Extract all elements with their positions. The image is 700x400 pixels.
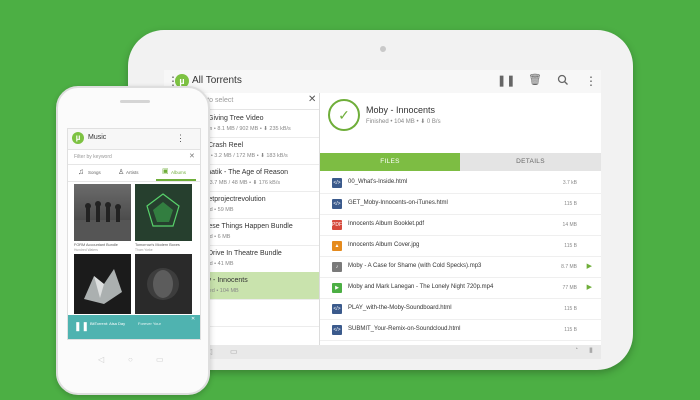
pdf-file-icon: PDF [332,220,342,230]
detail-tabs: FILES DETAILS [320,153,601,171]
file-name: Moby - A Case for Shame (with Cold Speck… [348,263,482,269]
file-row[interactable]: ▲ Innocents Album Cover.jpg 115 B [320,236,601,257]
album-title: FORM Accountant Bundle [74,243,118,247]
detail-title: Moby - Innocents [366,105,436,115]
tab-details[interactable]: DETAILS [460,153,601,171]
trash-icon[interactable]: 🗑 [528,73,542,86]
finished-check-icon: ✓ [328,99,360,131]
clear-icon[interactable]: ✕ [189,152,195,160]
file-name: GET_Moby-Innocents-on-iTunes.html [348,200,448,206]
player-track: BitTorrent: Alsa Day [90,321,126,326]
audio-file-icon: ♪ [332,262,342,272]
play-icon[interactable]: ▶ [587,283,592,291]
file-row[interactable]: ♪ Moby - A Case for Shame (with Cold Spec… [320,257,601,278]
html-file-icon: </> [332,199,342,209]
tab-artists[interactable]: Artists [126,170,139,175]
more-icon[interactable]: ⋮ [585,75,597,87]
album-cover[interactable] [135,254,192,314]
img-file-icon: ▲ [332,241,342,251]
filter-placeholder: Filter by keyword [74,154,112,160]
file-name: 00_What's-Inside.html [348,179,408,185]
phone-device: µ Music ⋮ Filter by keyword ✕ ♫ Songs ♙ … [56,86,210,395]
toolbar: ⋮ µ All Torrents ❚❚ 🗑 ⋮ [164,70,601,94]
pause-icon[interactable]: ❚❚ [497,74,515,87]
file-row[interactable]: </> 00_What's-Inside.html 3.7 kB [320,173,601,194]
file-name: PLAY_with-the-Moby-Soundboard.html [348,305,452,311]
file-size: 3.7 kB [562,180,577,186]
album-artist: Hundred Waters [74,248,98,252]
torrent-detail: ✓ Moby - Innocents Finished • 104 MB • ⬇… [320,93,601,345]
detail-header: ✓ Moby - Innocents Finished • 104 MB • ⬇… [320,93,601,145]
file-size: 8.7 MB [561,264,577,270]
file-name: Moby and Mark Lanegan - The Lonely Night… [348,284,494,290]
camera [380,46,386,52]
pause-icon[interactable]: ❚❚ [74,321,89,332]
wifi-icon: ◔ [574,346,579,353]
utorrent-logo-icon: µ [72,132,84,144]
artist-icon: ♙ [118,169,125,176]
phone-toolbar: µ Music ⋮ [68,129,200,150]
tab-files[interactable]: FILES [320,153,460,171]
battery-icon: ▮ [589,347,593,354]
file-size: 115 B [564,201,577,207]
file-row[interactable]: </> SUBMIT_Your-Remix-on-Soundcloud.html 1… [320,320,601,341]
speaker [120,100,150,103]
file-size: 115 B [564,327,577,333]
file-row[interactable]: </> GET_Moby-Innocents-on-iTunes.html 115 … [320,194,601,215]
file-row[interactable]: ▶ Moby and Mark Lanegan - The Lonely Nigh… [320,278,601,299]
file-name: SUBMIT_Your-Remix-on-Soundcloud.html [348,326,461,332]
phone-screen: µ Music ⋮ Filter by keyword ✕ ♫ Songs ♙ … [67,128,201,340]
music-note-icon: ♫ [78,167,84,176]
file-name: Innocents Album Booklet.pdf [348,221,425,227]
phone-tabs: ♫ Songs ♙ Artists ▣ Albums [68,165,200,182]
mini-player[interactable]: ❚❚ BitTorrent: Alsa Day Forever Your ✕ [68,315,200,339]
album-icon: ▣ [162,168,169,175]
file-size: 115 B [564,243,577,249]
phone-nav-buttons: ◁ ○ ▭ [98,355,166,365]
recents-nav-icon[interactable]: ▭ [156,355,164,364]
file-size: 77 MB [562,285,577,291]
tablet-screen: ⋮ µ All Torrents ❚❚ 🗑 ⋮ Tap to select ✕ … [164,70,601,345]
html-file-icon: </> [332,325,342,335]
home-nav-icon[interactable]: ▭ [230,347,238,356]
html-file-icon: </> [332,304,342,314]
active-tab-indicator [156,179,196,181]
play-icon[interactable]: ▶ [587,262,592,270]
tab-albums[interactable]: Albums [171,170,186,175]
album-title: Tomorrow's Modern Boxes [135,243,180,247]
file-row[interactable]: PDF Innocents Album Booklet.pdf 14 MB [320,215,601,236]
file-size: 14 MB [562,222,577,228]
close-icon[interactable]: ✕ [308,94,316,105]
phone-title[interactable]: Music [88,134,106,141]
home-nav-icon[interactable]: ○ [128,355,133,364]
album-cover[interactable] [74,184,131,241]
album-artist: Thom Yorke [135,248,153,252]
page-title[interactable]: All Torrents [192,75,242,86]
tab-songs[interactable]: Songs [88,170,101,175]
filter-input[interactable]: Filter by keyword ✕ [68,150,200,165]
file-row[interactable]: </> PLAY_with-the-Moby-Soundboard.html 115… [320,299,601,320]
album-cover[interactable] [74,254,131,314]
more-icon[interactable]: ⋮ [176,133,185,144]
video-file-icon: ▶ [332,283,342,293]
detail-meta: Finished • 104 MB • ⬇ 0 B/s [366,119,441,125]
html-file-icon: </> [332,178,342,188]
back-nav-icon[interactable]: ◁ [98,355,104,364]
file-size: 115 B [564,306,577,312]
player-artist: Forever Your [138,321,161,326]
search-icon[interactable] [557,73,569,87]
file-name: Innocents Album Cover.jpg [348,242,420,248]
system-nav-bar: ◁ ▭ ◔ ▮ [164,345,601,359]
album-cover[interactable] [135,184,192,241]
close-icon[interactable]: ✕ [191,316,195,322]
